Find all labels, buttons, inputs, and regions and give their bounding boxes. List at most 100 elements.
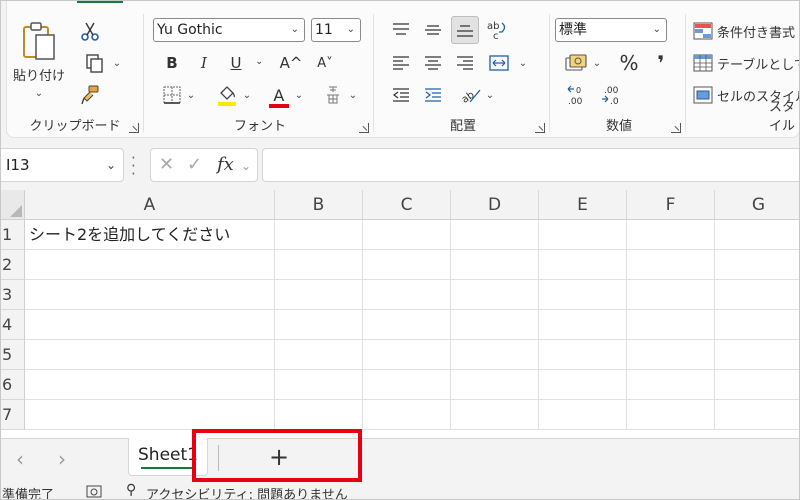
- grid-cell[interactable]: [451, 370, 539, 400]
- underline-button[interactable]: U: [223, 50, 249, 76]
- shrink-font-button[interactable]: A˅: [311, 50, 339, 76]
- increase-indent-button[interactable]: [419, 82, 447, 108]
- grid-cell[interactable]: [715, 310, 800, 340]
- font-size-select[interactable]: 11 ⌄: [311, 18, 361, 42]
- grid-cell[interactable]: [539, 340, 627, 370]
- grid-cell[interactable]: [627, 220, 715, 250]
- conditional-formatting-button[interactable]: 条件付き書式: [693, 18, 800, 44]
- grid-cell[interactable]: [715, 220, 800, 250]
- grid-cell[interactable]: [363, 280, 451, 310]
- next-sheet-icon[interactable]: ›: [58, 447, 66, 471]
- row-header-5[interactable]: 5: [0, 340, 25, 370]
- row-header-2[interactable]: 2: [0, 250, 25, 280]
- grid-cell[interactable]: [539, 220, 627, 250]
- column-header-a[interactable]: A: [25, 190, 275, 220]
- align-top-button[interactable]: [387, 16, 415, 44]
- grid-cell[interactable]: [451, 220, 539, 250]
- grid-cell[interactable]: [715, 340, 800, 370]
- grid-cell[interactable]: [715, 370, 800, 400]
- font-launcher-icon[interactable]: [359, 123, 369, 133]
- align-right-button[interactable]: [451, 50, 479, 76]
- grid-cell[interactable]: [25, 250, 275, 280]
- grid-cell[interactable]: [25, 280, 275, 310]
- grid-cell[interactable]: [363, 400, 451, 430]
- grid-cell[interactable]: [539, 250, 627, 280]
- grid-cell[interactable]: [627, 280, 715, 310]
- grid-cell[interactable]: [275, 250, 363, 280]
- font-name-select[interactable]: Yu Gothic ⌄: [153, 18, 305, 42]
- prev-sheet-icon[interactable]: ‹: [16, 447, 24, 471]
- grid-cell[interactable]: [627, 400, 715, 430]
- font-color-button[interactable]: A ⌄: [265, 82, 307, 108]
- decrease-indent-button[interactable]: [387, 82, 415, 108]
- grid-cell[interactable]: [451, 340, 539, 370]
- align-left-button[interactable]: [387, 50, 415, 76]
- grid-cell[interactable]: [25, 370, 275, 400]
- column-header-g[interactable]: G: [715, 190, 800, 220]
- fill-color-button[interactable]: ⌄: [213, 82, 255, 108]
- grid-cell[interactable]: [715, 250, 800, 280]
- grid-cell[interactable]: [275, 340, 363, 370]
- cell-a1[interactable]: シート2を追加してください: [29, 220, 230, 250]
- clipboard-launcher-icon[interactable]: [129, 123, 139, 133]
- underline-caret-icon[interactable]: ⌄: [255, 56, 263, 67]
- bold-button[interactable]: B: [159, 50, 185, 76]
- align-middle-button[interactable]: [419, 16, 447, 44]
- grid-cell[interactable]: [627, 370, 715, 400]
- format-as-table-button[interactable]: テーブルとして書: [693, 50, 800, 76]
- cancel-icon[interactable]: ✕: [159, 154, 174, 175]
- column-header-d[interactable]: D: [451, 190, 539, 220]
- grid-cell[interactable]: [451, 400, 539, 430]
- column-header-f[interactable]: F: [627, 190, 715, 220]
- grid-cell[interactable]: [627, 340, 715, 370]
- increase-decimal-button[interactable]: 0 .00: [563, 82, 593, 108]
- grid-cell[interactable]: [363, 310, 451, 340]
- insert-function-button[interactable]: fx: [217, 154, 234, 175]
- align-bottom-button[interactable]: [451, 16, 479, 44]
- cut-button[interactable]: [77, 18, 103, 44]
- grow-font-button[interactable]: A^: [277, 50, 305, 76]
- grid-cell[interactable]: [25, 400, 275, 430]
- grid-cell[interactable]: [715, 400, 800, 430]
- grid-cell[interactable]: [539, 310, 627, 340]
- accounting-format-button[interactable]: ⌄: [561, 50, 605, 76]
- comma-style-button[interactable]: ❜: [649, 50, 673, 76]
- grid-cell[interactable]: [275, 370, 363, 400]
- copy-button[interactable]: ⌄: [77, 50, 129, 76]
- grid-cell[interactable]: [25, 310, 275, 340]
- name-box[interactable]: I13 ⌄: [0, 148, 124, 182]
- accessibility-icon[interactable]: ⚲: [126, 482, 136, 498]
- row-header-6[interactable]: 6: [0, 370, 25, 400]
- grid-cell[interactable]: [451, 250, 539, 280]
- borders-button[interactable]: ⌄: [159, 82, 199, 108]
- grid-cell[interactable]: [363, 220, 451, 250]
- column-header-b[interactable]: B: [275, 190, 363, 220]
- accessibility-status[interactable]: アクセシビリティ: 問題ありません: [146, 484, 348, 500]
- column-header-c[interactable]: C: [363, 190, 451, 220]
- paste-button[interactable]: 貼り付け ⌄: [13, 18, 65, 102]
- orientation-button[interactable]: ab ⌄: [455, 82, 499, 108]
- decrease-decimal-button[interactable]: .00 .0: [597, 82, 627, 108]
- align-center-button[interactable]: [419, 50, 447, 76]
- percent-style-button[interactable]: %: [615, 50, 643, 76]
- wrap-text-button[interactable]: ab c: [483, 16, 511, 44]
- select-all-button[interactable]: [0, 190, 25, 220]
- number-format-select[interactable]: 標準 ⌄: [555, 18, 667, 42]
- grid-cell[interactable]: [627, 310, 715, 340]
- column-header-e[interactable]: E: [539, 190, 627, 220]
- grid-cell[interactable]: [363, 340, 451, 370]
- format-painter-button[interactable]: [77, 82, 103, 108]
- row-header-1[interactable]: 1: [0, 220, 25, 250]
- grid-cell[interactable]: [539, 370, 627, 400]
- grid-cell[interactable]: [539, 280, 627, 310]
- grid-cell[interactable]: [539, 400, 627, 430]
- grid-cell[interactable]: [363, 250, 451, 280]
- row-header-3[interactable]: 3: [0, 280, 25, 310]
- more-options-icon[interactable]: · · ·: [131, 151, 136, 182]
- grid-cell[interactable]: [451, 310, 539, 340]
- grid-cell[interactable]: [275, 310, 363, 340]
- phonetic-button[interactable]: ⌄: [319, 82, 363, 108]
- grid-cell[interactable]: [451, 280, 539, 310]
- grid-cell[interactable]: [715, 280, 800, 310]
- number-launcher-icon[interactable]: [671, 123, 681, 133]
